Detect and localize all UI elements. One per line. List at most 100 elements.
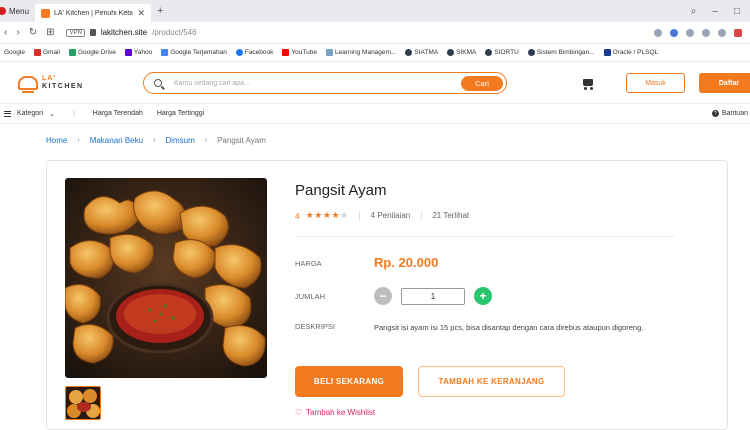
add-to-cart-button[interactable]: TAMBAH KE KERANJANG	[418, 366, 565, 397]
dumpling-photo-image	[65, 178, 267, 378]
bookmark-sikma[interactable]: SIKMA	[447, 49, 476, 56]
minimize-icon[interactable]: –	[712, 6, 718, 17]
address-bar: ‹ › ↻ ⊞ VPN lakitchen.site/product/546	[0, 22, 750, 44]
sub-navigation: Kategori ⌄ | Harga Terendah Harga Tertin…	[0, 104, 750, 124]
rating-row: 4 ★★★★★ | 4 Penilaian | 21 Terlihat	[295, 210, 469, 221]
bookmark-drive[interactable]: Google Drive	[68, 49, 116, 56]
review-count[interactable]: 4 Penilaian	[371, 211, 411, 220]
breadcrumb-dimsum[interactable]: Dimsum	[165, 136, 194, 145]
breadcrumb-frozen-food[interactable]: Makanan Beku	[90, 136, 143, 145]
translate-icon	[161, 49, 169, 56]
logo-line-2: KITCHEN	[42, 82, 84, 90]
tab-title: LA' Kitchen | Penuhi Kebut	[54, 9, 134, 17]
bookmark-label: SIATMA	[414, 49, 439, 56]
cart-icon[interactable]	[583, 79, 593, 90]
bookmark-gmail[interactable]: Gmail	[33, 49, 60, 56]
news-icon[interactable]	[734, 28, 742, 37]
bookmark-siatma[interactable]: SIATMA	[405, 49, 438, 56]
search-button[interactable]: Cari	[461, 75, 503, 91]
browser-menu-label: Menu	[9, 6, 30, 16]
address-bar-extensions	[654, 28, 750, 37]
camera-icon[interactable]	[654, 28, 662, 37]
increase-quantity-button[interactable]: +	[474, 287, 492, 305]
sort-highest-price-link[interactable]: Harga Tertinggi	[157, 110, 204, 117]
heart-icon[interactable]	[702, 28, 710, 37]
bookmark-siortu[interactable]: SIORTU	[485, 49, 519, 56]
thumbnail-image	[66, 387, 100, 419]
url-host: lakitchen.site	[100, 28, 148, 37]
oracle-icon	[603, 49, 611, 56]
product-description: Pangsit isi ayam isi 15 pcs, bisa disant…	[374, 323, 644, 332]
register-button[interactable]: Daftar	[699, 73, 750, 93]
help-link[interactable]: ? Bantuan	[711, 110, 748, 117]
bookmark-label: Sistem Bimbingan...	[536, 49, 595, 56]
category-dropdown[interactable]: Kategori ⌄	[17, 110, 55, 118]
breadcrumb: Home › Makanan Beku › Dimsum › Pangsit A…	[46, 136, 266, 145]
decrease-quantity-button[interactable]: −	[374, 287, 392, 305]
bookmark-oracle[interactable]: Oracle / PLSQL	[603, 49, 658, 56]
bookmark-lms[interactable]: Learning Managem...	[325, 49, 397, 56]
bimbingan-icon	[527, 49, 535, 56]
search-bar: Kamu sedang cari apa... Cari	[143, 72, 507, 94]
browser-menu-button[interactable]: Menu	[0, 7, 35, 16]
buy-now-button[interactable]: BELI SEKARANG	[295, 366, 403, 397]
close-tab-icon[interactable]: ✕	[137, 8, 145, 19]
add-to-wishlist-link[interactable]: ♡ Tambah ke Wishlist	[295, 408, 375, 417]
product-image[interactable]	[65, 178, 267, 378]
product-price: Rp. 20.000	[374, 255, 439, 270]
bookmark-label: Yahoo	[133, 49, 153, 56]
sikma-icon	[447, 49, 455, 56]
vpn-badge[interactable]: VPN	[66, 28, 85, 37]
site-header: LA' KITCHEN Kamu sedang cari apa... Cari…	[0, 62, 750, 104]
bookmark-label: SIORTU	[494, 49, 519, 56]
help-label: Bantuan	[721, 110, 748, 117]
tabs-grid-icon[interactable]: ⊞	[46, 27, 54, 38]
site-logo[interactable]: LA' KITCHEN	[18, 74, 84, 93]
bookmark-yahoo[interactable]: Yahoo	[124, 49, 153, 56]
nav-buttons: ‹ › ↻ ⊞	[0, 27, 54, 38]
bookmark-label: Google Drive	[77, 49, 116, 56]
siortu-icon	[485, 49, 493, 56]
snapshot-icon[interactable]	[718, 28, 726, 37]
bookmark-label: Learning Managem...	[334, 49, 397, 56]
divider: |	[420, 211, 423, 220]
browser-tab[interactable]: LA' Kitchen | Penuhi Kebut ✕	[35, 4, 152, 22]
reload-icon[interactable]: ↻	[29, 27, 37, 38]
logo-line-1: LA'	[42, 74, 56, 82]
heart-outline-icon: ♡	[295, 408, 303, 417]
extension-icon[interactable]	[670, 28, 678, 37]
menu-icon[interactable]	[4, 110, 11, 117]
breadcrumb-home[interactable]: Home	[46, 136, 67, 145]
chef-hat-icon	[18, 75, 38, 93]
gmail-icon	[33, 49, 41, 56]
lock-icon[interactable]	[89, 29, 96, 36]
bookmark-label: Google	[4, 49, 25, 56]
sort-lowest-price-link[interactable]: Harga Terendah	[93, 110, 143, 117]
wishlist-label: Tambah ke Wishlist	[306, 408, 376, 417]
facebook-icon	[235, 49, 243, 56]
lms-icon	[325, 49, 333, 56]
product-thumbnail[interactable]	[65, 386, 101, 420]
maximize-icon[interactable]: □	[734, 6, 740, 17]
bookmark-label: SIKMA	[456, 49, 477, 56]
nav-divider: |	[72, 110, 75, 117]
bookmark-bimbingan[interactable]: Sistem Bimbingan...	[527, 49, 595, 56]
description-label: DESKRIPSI	[295, 322, 336, 331]
play-icon[interactable]	[686, 28, 694, 37]
view-count: 21 Terlihat	[432, 211, 470, 220]
chevron-right-icon: ›	[153, 137, 156, 144]
bookmark-translate[interactable]: Google Terjemahan	[161, 49, 227, 56]
back-icon[interactable]: ‹	[4, 27, 7, 38]
search-input[interactable]: Kamu sedang cari apa...	[174, 80, 461, 87]
search-tabs-icon[interactable]: ⌕	[691, 6, 697, 17]
new-tab-icon[interactable]: +	[157, 5, 163, 17]
quantity-input[interactable]: 1	[401, 287, 465, 305]
bookmark-youtube[interactable]: YouTube	[282, 49, 317, 56]
bookmarks-bar: Google Gmail Google Drive Yahoo Google T…	[0, 44, 750, 62]
login-button[interactable]: Masuk	[626, 73, 685, 93]
divider: |	[358, 211, 361, 220]
forward-icon[interactable]: ›	[16, 27, 19, 38]
bookmark-facebook[interactable]: Facebook	[235, 49, 273, 56]
url-field[interactable]: VPN lakitchen.site/product/546	[66, 28, 197, 37]
bookmark-google[interactable]: Google	[4, 49, 25, 56]
